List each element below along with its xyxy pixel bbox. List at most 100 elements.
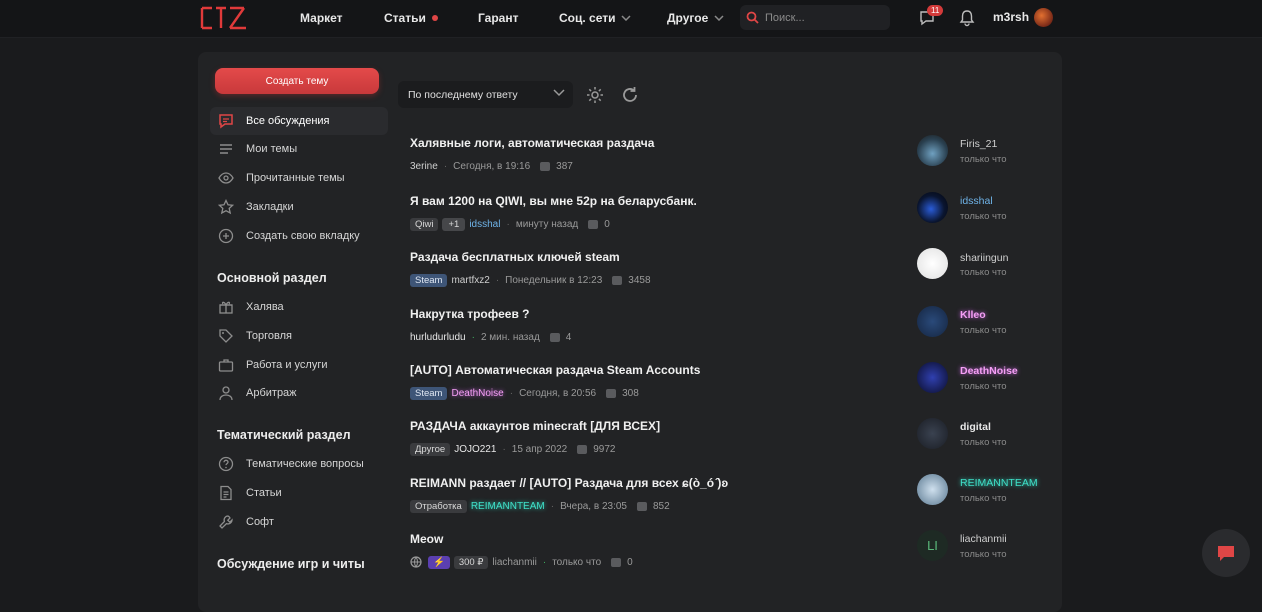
avatar[interactable]: [917, 474, 948, 505]
comment-icon: [588, 219, 599, 229]
thread-author[interactable]: 3erine: [410, 161, 438, 172]
sidebar-item-read-threads[interactable]: Прочитанные темы: [210, 164, 388, 192]
thread-title[interactable]: Раздача бесплатных ключей steam: [410, 250, 910, 264]
thread-item[interactable]: Накрутка трофеев ? hurludurludu · 2 мин. …: [410, 307, 910, 344]
reply-count: 0: [627, 556, 633, 568]
thread-author[interactable]: idsshal: [469, 219, 500, 230]
search-input[interactable]: [765, 11, 883, 24]
reply-count: 387: [556, 160, 573, 172]
thread-tag[interactable]: Qiwi: [410, 217, 439, 231]
avatar[interactable]: [1034, 8, 1053, 27]
thread-title[interactable]: Халявные логи, автоматическая раздача: [410, 136, 910, 150]
sidebar-item-bookmarks[interactable]: Закладки: [210, 193, 388, 221]
thread-title[interactable]: Накрутка трофеев ?: [410, 307, 910, 321]
sidebar-item-my-threads[interactable]: Мои темы: [210, 135, 388, 163]
last-reply-user[interactable]: DeathNoise: [960, 365, 1018, 377]
comment-icon: [577, 444, 588, 454]
thread-item[interactable]: Meow ⚡ 300 ₽ liachanmii · только что 0: [410, 532, 910, 569]
thread-title[interactable]: [AUTO] Автоматическая раздача Steam Acco…: [410, 363, 910, 377]
reply-count: 3458: [628, 274, 651, 286]
tag-icon: [219, 329, 233, 343]
create-thread-button[interactable]: Создать тему: [215, 68, 379, 94]
thread-title[interactable]: Я вам 1200 на QIWI, вы мне 52р на белару…: [410, 194, 910, 208]
last-reply-user[interactable]: idsshal: [960, 195, 993, 207]
sidebar-item-work[interactable]: Работа и услуги: [210, 351, 388, 379]
sidebar-item-label: Софт: [246, 516, 274, 528]
sidebar-item-create-tab[interactable]: Создать свою вкладку: [210, 222, 388, 250]
question-icon: [218, 456, 234, 472]
thread-author[interactable]: REIMANNTEAM: [471, 501, 545, 512]
avatar[interactable]: [917, 248, 948, 279]
comment-icon: [612, 275, 623, 285]
thread-item[interactable]: РАЗДАЧА аккаунтов minecraft [ДЛЯ ВСЕХ] Д…: [410, 419, 910, 456]
thread-author[interactable]: hurludurludu: [410, 332, 466, 343]
thread-item[interactable]: REIMANN раздает // [AUTO] Раздача для вс…: [410, 476, 910, 513]
lightning-icon: ⚡: [428, 555, 450, 569]
last-reply-user[interactable]: Klleo: [960, 309, 986, 321]
thread-item[interactable]: Я вам 1200 на QIWI, вы мне 52р на белару…: [410, 194, 910, 231]
refresh-icon[interactable]: [620, 85, 640, 105]
last-reply-user[interactable]: digital: [960, 421, 991, 433]
sidebar-item-label: Мои темы: [246, 143, 298, 155]
last-reply-time: только что: [960, 381, 1007, 392]
thread-title[interactable]: РАЗДАЧА аккаунтов minecraft [ДЛЯ ВСЕХ]: [410, 419, 910, 433]
thread-item[interactable]: [AUTO] Автоматическая раздача Steam Acco…: [410, 363, 910, 400]
sidebar-item-label: Все обсуждения: [246, 115, 330, 127]
avatar[interactable]: [917, 306, 948, 337]
thread-author[interactable]: JOJO221: [454, 444, 496, 455]
thread-tag[interactable]: Steam: [410, 273, 448, 287]
sidebar-item-soft[interactable]: Софт: [210, 508, 388, 536]
thread-tag[interactable]: Отработка: [410, 499, 467, 513]
chat-button[interactable]: [1202, 529, 1250, 577]
sidebar-item-arbitrage[interactable]: Арбитраж: [210, 379, 388, 407]
thread-time: Сегодня, в 20:56: [519, 387, 597, 399]
last-reply-user[interactable]: liachanmii: [960, 533, 1007, 545]
nav-garant[interactable]: Гарант: [478, 0, 518, 36]
avatar[interactable]: LI: [917, 530, 948, 561]
nav-social[interactable]: Соц. сети: [559, 0, 632, 36]
sort-dropdown[interactable]: По последнему ответу: [398, 81, 573, 108]
username[interactable]: m3rsh: [993, 10, 1029, 24]
nav-other[interactable]: Другое: [667, 0, 724, 36]
sidebar-item-label: Тематические вопросы: [246, 458, 364, 470]
thread-author[interactable]: liachanmii: [492, 557, 536, 568]
nav-market[interactable]: Маркет: [300, 0, 343, 36]
last-reply-user[interactable]: shariingun: [960, 252, 1008, 264]
gift-icon: [219, 301, 233, 314]
chevron-down-icon: [553, 89, 565, 97]
sidebar-item-label: Арбитраж: [246, 387, 297, 399]
last-reply-time: только что: [960, 549, 1007, 560]
reply-count: 852: [652, 500, 670, 512]
thread-tag[interactable]: Другое: [410, 442, 451, 456]
last-reply-user[interactable]: Firis_21: [960, 138, 997, 150]
thread-title[interactable]: REIMANN раздает // [AUTO] Раздача для вс…: [410, 476, 910, 490]
search-box[interactable]: [740, 5, 890, 30]
document-icon: [220, 485, 232, 501]
bell-icon[interactable]: [958, 9, 976, 27]
thread-item[interactable]: Халявные логи, автоматическая раздача 3e…: [410, 136, 910, 173]
thread-author[interactable]: martfxz2: [451, 275, 489, 286]
reply-count: 4: [565, 331, 572, 343]
thread-tag[interactable]: Steam: [410, 386, 448, 400]
comment-icon: [540, 161, 551, 171]
sidebar-item-freebies[interactable]: Халява: [210, 293, 388, 321]
avatar[interactable]: [917, 418, 948, 449]
nav-articles[interactable]: Статьи: [384, 0, 438, 36]
last-reply-time: только что: [960, 267, 1007, 278]
last-reply-user[interactable]: REIMANNTEAM: [960, 477, 1038, 489]
thread-time: 2 мин. назад: [480, 331, 540, 343]
avatar[interactable]: [917, 362, 948, 393]
sidebar-item-articles[interactable]: Статьи: [210, 479, 388, 507]
sidebar-item-questions[interactable]: Тематические вопросы: [210, 450, 388, 478]
avatar[interactable]: [917, 135, 948, 166]
site-logo[interactable]: [200, 6, 250, 30]
sidebar-item-trade[interactable]: Торговля: [210, 322, 388, 350]
avatar[interactable]: [917, 192, 948, 223]
search-icon: [746, 11, 759, 24]
thread-item[interactable]: Раздача бесплатных ключей steam Steam ma…: [410, 250, 910, 287]
sidebar-item-all-discussions[interactable]: Все обсуждения: [210, 107, 388, 135]
thread-author[interactable]: DeathNoise: [451, 388, 503, 399]
thread-tag-extra[interactable]: +1: [442, 217, 466, 231]
gear-icon[interactable]: [585, 85, 605, 105]
thread-title[interactable]: Meow: [410, 532, 910, 546]
